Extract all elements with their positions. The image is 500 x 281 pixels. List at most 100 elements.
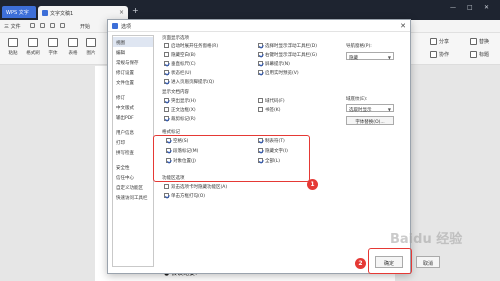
- option-crop-marks[interactable]: 裁剪标记(R): [164, 115, 196, 122]
- checkbox-icon: [164, 51, 169, 57]
- checkbox-checked-icon: [164, 115, 169, 121]
- app-icon: [112, 23, 118, 29]
- dialog-title-bar: 选项 ✕: [108, 20, 410, 32]
- cancel-button[interactable]: 取消: [416, 256, 440, 268]
- option-hide-blank[interactable]: 隐藏空白(B): [164, 51, 196, 58]
- table-icon: [68, 38, 78, 47]
- checkbox-checked-icon: [164, 192, 169, 198]
- font-tool[interactable]: 字体: [42, 38, 64, 56]
- field-shading-label: 域底纹(E):: [346, 97, 368, 102]
- paste-icon: [8, 38, 18, 47]
- nav-item-compatibility[interactable]: 修订设置: [113, 67, 153, 77]
- option-screen-tip[interactable]: 屏幕提示(N): [258, 60, 290, 67]
- image-tool[interactable]: 图片: [80, 38, 102, 56]
- nav-item-revision[interactable]: 修订: [113, 92, 153, 102]
- option-vertical-ruler[interactable]: 垂直标尺(C): [164, 60, 196, 67]
- section-display-content: 显示文档内容: [162, 90, 189, 95]
- nav-item-security[interactable]: 安全性: [113, 162, 153, 172]
- options-nav: 视图 编辑 常规与保存 修订设置 文件位置 修订 中文版式 输出PDF 用户信息…: [112, 35, 154, 267]
- collab-button[interactable]: 协作: [430, 51, 449, 58]
- share-icon: [430, 38, 437, 45]
- replace-icon: [470, 38, 477, 45]
- nav-item-trust-center[interactable]: 信任中心: [113, 172, 153, 182]
- checkbox-checked-icon: [258, 60, 263, 66]
- nav-item-file-location[interactable]: 文件位置: [113, 77, 153, 87]
- option-float-toolbar-select[interactable]: 选择时显示浮动工具栏(D): [258, 42, 317, 49]
- print-icon[interactable]: [40, 23, 45, 28]
- options-content: 页面显示选项 启动时展开任务窗格(R) 隐藏空白(B) 垂直标尺(C) 状态栏(…: [158, 34, 408, 234]
- checkbox-checked-icon: [164, 60, 169, 66]
- heading-button[interactable]: 标题: [470, 51, 489, 58]
- font-icon: [48, 38, 58, 47]
- checkbox-checked-icon: [164, 69, 169, 75]
- ok-button[interactable]: 确定: [375, 256, 403, 268]
- option-text-boundary[interactable]: 正文边框(X): [164, 106, 196, 113]
- option-highlight[interactable]: 突出显示(H): [164, 97, 196, 104]
- checkbox-icon: [164, 106, 169, 112]
- nav-item-edit[interactable]: 编辑: [113, 47, 153, 57]
- step-badge-2: 2: [355, 258, 366, 269]
- nav-item-user-info[interactable]: 用户信息: [113, 127, 153, 137]
- menu-home[interactable]: 开始: [80, 23, 90, 30]
- checkbox-checked-icon: [258, 51, 263, 57]
- nav-item-custom-ribbon[interactable]: 自定义功能区: [113, 182, 153, 192]
- chevron-down-icon: ▼: [387, 106, 391, 112]
- paste-tool[interactable]: 粘贴: [2, 38, 24, 56]
- format-painter-tool[interactable]: 格式刷: [22, 38, 44, 56]
- step-badge-1: 1: [307, 179, 318, 190]
- format-painter-icon: [28, 38, 38, 47]
- checkbox-icon: [164, 183, 169, 189]
- image-icon: [86, 38, 96, 47]
- replace-button[interactable]: 替换: [470, 38, 489, 45]
- dialog-close-icon[interactable]: ✕: [400, 22, 406, 30]
- app-tab[interactable]: WPS 文字: [2, 6, 36, 18]
- nav-item-view[interactable]: 视图: [113, 37, 153, 47]
- minimize-button[interactable]: —: [450, 4, 456, 11]
- option-bookmark[interactable]: 书签(K): [258, 106, 280, 113]
- maximize-button[interactable]: □: [467, 4, 473, 11]
- new-tab-button[interactable]: +: [132, 6, 139, 15]
- checkbox-icon: [164, 42, 169, 48]
- nav-item-chinese-layout[interactable]: 中文版式: [113, 102, 153, 112]
- heading-icon: [470, 51, 477, 58]
- undo-icon[interactable]: [50, 23, 55, 28]
- font-replace-button[interactable]: 字体替换(O)...: [346, 116, 394, 125]
- collab-icon: [430, 51, 437, 58]
- nav-item-spell-check[interactable]: 拼写检查: [113, 147, 153, 157]
- document-tab-label: 文字文稿1: [50, 11, 74, 17]
- option-float-toolbar-right[interactable]: 右键时显示浮动工具栏(G): [258, 51, 317, 58]
- checkbox-icon: [258, 97, 263, 103]
- option-live-preview[interactable]: 启用实时预览(V): [258, 69, 299, 76]
- nav-item-print[interactable]: 打印: [113, 137, 153, 147]
- share-button[interactable]: 分享: [430, 38, 449, 45]
- watermark: Baidu 经验: [390, 232, 463, 247]
- document-tab[interactable]: 文字文稿1 ×: [38, 6, 128, 20]
- nav-item-output-pdf[interactable]: 输出PDF: [113, 112, 153, 122]
- format-marks-highlight: [153, 135, 310, 182]
- document-icon: [42, 10, 48, 16]
- nav-item-quick-access[interactable]: 快速访问工具栏: [113, 192, 153, 202]
- checkbox-checked-icon: [258, 69, 263, 75]
- section-page-display: 页面显示选项: [162, 36, 189, 41]
- option-task-pane[interactable]: 启动时展开任务窗格(R): [164, 42, 218, 49]
- checkbox-checked-icon: [258, 42, 263, 48]
- menu-file[interactable]: 三 文件: [4, 23, 21, 30]
- option-field-code[interactable]: 域代码(F): [258, 97, 285, 104]
- dialog-title: 选项: [121, 24, 132, 30]
- redo-icon[interactable]: [60, 23, 65, 28]
- close-window-button[interactable]: ✕: [484, 4, 489, 11]
- option-click-check[interactable]: 单击方框打勾(O): [164, 192, 205, 199]
- checkbox-icon: [258, 106, 263, 112]
- option-status-bar[interactable]: 状态栏(U): [164, 69, 191, 76]
- nav-pane-label: 导航窗格(P):: [346, 44, 372, 49]
- save-icon[interactable]: [30, 23, 35, 28]
- chevron-down-icon: ▼: [387, 54, 391, 60]
- nav-pane-select[interactable]: 隐藏 ▼: [346, 52, 394, 61]
- close-tab-icon[interactable]: ×: [119, 9, 124, 16]
- nav-item-general-save[interactable]: 常规与保存: [113, 57, 153, 67]
- option-hide-ribbon[interactable]: 双击选项卡时隐藏功能区(A): [164, 183, 227, 190]
- title-bar: WPS 文字 文字文稿1 × + — □ ✕: [0, 0, 500, 20]
- field-shading-select[interactable]: 选取时显示 ▼: [346, 104, 394, 113]
- checkbox-checked-icon: [164, 78, 169, 84]
- option-header-footer-tip[interactable]: 进入页眉页脚提示(Q): [164, 78, 214, 85]
